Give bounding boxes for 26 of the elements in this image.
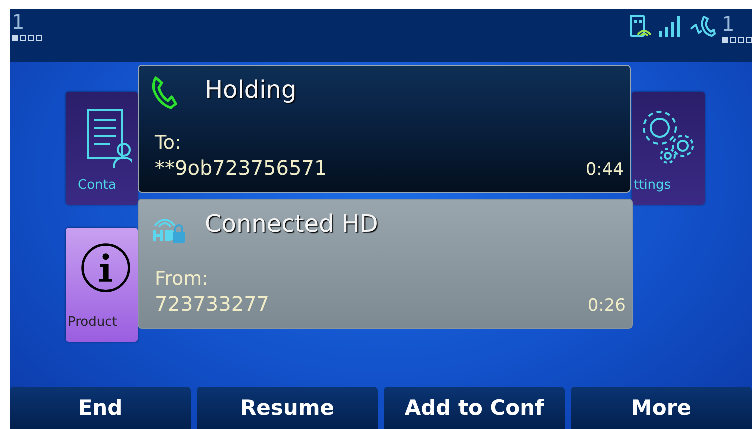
call-number: **9ob723756571 bbox=[155, 156, 328, 180]
call-direction-label: To: bbox=[155, 132, 182, 154]
call-duration: 0:26 bbox=[588, 296, 626, 316]
tile-label: Conta bbox=[78, 178, 116, 193]
tile-label: Product bbox=[68, 315, 118, 330]
app-tile[interactable]: Product bbox=[66, 228, 138, 342]
call-status: Connected HD bbox=[205, 210, 378, 238]
softkey-button[interactable]: Add to Conf bbox=[384, 387, 565, 429]
call-card[interactable]: Holding To: **9ob723756571 0:44 bbox=[138, 65, 631, 193]
phone-icon bbox=[690, 15, 716, 39]
line-number: 1 bbox=[12, 11, 26, 33]
app-tile[interactable]: Conta bbox=[66, 92, 138, 205]
softkey-button[interactable]: End bbox=[10, 387, 191, 429]
phone-icon bbox=[151, 76, 177, 110]
softkey-button[interactable]: More bbox=[571, 387, 752, 429]
call-direction-label: From: bbox=[155, 268, 208, 290]
call-status: Holding bbox=[205, 76, 297, 104]
call-duration: 0:44 bbox=[586, 160, 624, 180]
softkey-button[interactable]: Resume bbox=[197, 387, 378, 429]
network-phone-icon bbox=[628, 15, 652, 39]
call-number: 723733277 bbox=[155, 292, 270, 316]
contact-card-icon bbox=[84, 106, 132, 168]
info-icon bbox=[80, 242, 132, 294]
tile-label: ttings bbox=[634, 178, 672, 193]
app-tile[interactable]: ttings bbox=[632, 92, 705, 205]
line-number: 1 bbox=[722, 13, 736, 35]
